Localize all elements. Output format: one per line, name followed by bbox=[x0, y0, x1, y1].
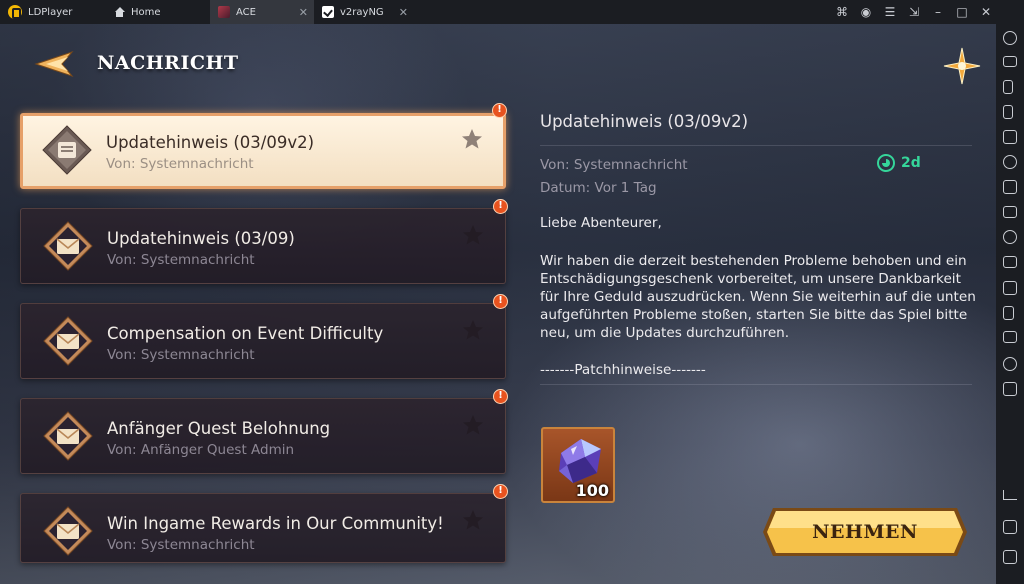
location-icon[interactable] bbox=[1003, 357, 1017, 371]
scissors-icon[interactable] bbox=[1003, 230, 1017, 244]
divider bbox=[540, 384, 972, 385]
mail-title: Anfänger Quest Belohnung bbox=[107, 419, 331, 438]
tab-v2rayng[interactable]: v2rayNG ✕ bbox=[314, 0, 414, 24]
mail-item[interactable]: Compensation on Event Difficulty Von: Sy… bbox=[20, 294, 508, 379]
volume-down-icon[interactable] bbox=[1003, 105, 1013, 119]
mail-sender: Von: Systemnachricht bbox=[106, 156, 254, 172]
emulator-toolbar bbox=[996, 24, 1024, 584]
recent-apps-icon[interactable] bbox=[1003, 550, 1017, 564]
add-icon[interactable] bbox=[1003, 180, 1017, 194]
game-viewport: NACHRICHT Updatehinweis (03/09v2) Von: S… bbox=[0, 24, 996, 584]
notice-mail-icon bbox=[42, 125, 92, 175]
detail-title: Updatehinweis (03/09v2) bbox=[540, 112, 749, 131]
favorite-star-icon[interactable] bbox=[461, 508, 485, 532]
close-window-icon[interactable]: ✕ bbox=[974, 4, 998, 20]
unread-alert-badge: ! bbox=[492, 103, 507, 118]
video-icon[interactable] bbox=[1003, 256, 1017, 268]
mail-body-line: Entschädigungsgeschenk vorbereitet, um u… bbox=[540, 271, 961, 287]
reward-quantity: 100 bbox=[575, 481, 609, 500]
expiry-indicator: 2d bbox=[877, 154, 921, 172]
mail-title: Updatehinweis (03/09) bbox=[107, 229, 295, 248]
mail-body-line: Wir haben die derzeit bestehenden Proble… bbox=[540, 253, 967, 269]
tab-ldplayer[interactable]: LDPlayer bbox=[0, 0, 106, 24]
mail-envelope-icon bbox=[43, 411, 93, 461]
mail-sender: Von: Systemnachricht bbox=[107, 252, 255, 268]
folder-icon[interactable] bbox=[1003, 331, 1017, 343]
reward-item[interactable]: 100 bbox=[541, 427, 615, 503]
settings-icon[interactable] bbox=[1003, 31, 1017, 45]
ldplayer-logo-icon bbox=[8, 5, 22, 19]
mail-sender: Von: Systemnachricht bbox=[107, 347, 255, 363]
tab-home[interactable]: Home bbox=[106, 0, 210, 24]
mail-item[interactable]: Anfänger Quest Belohnung Von: Anfänger Q… bbox=[20, 389, 508, 474]
page-title: NACHRICHT bbox=[97, 52, 239, 74]
shrink-window-icon[interactable]: ⇲ bbox=[902, 4, 926, 20]
clock-icon bbox=[877, 154, 895, 172]
back-icon[interactable] bbox=[1003, 490, 1017, 500]
tab-label: Home bbox=[131, 6, 161, 18]
favorite-star-icon[interactable] bbox=[461, 223, 485, 247]
close-tab-icon[interactable]: ✕ bbox=[299, 6, 308, 19]
volume-up-icon[interactable] bbox=[1003, 80, 1013, 94]
close-tab-icon[interactable]: ✕ bbox=[399, 6, 408, 19]
mail-envelope-icon bbox=[43, 221, 93, 271]
sparkle-icon bbox=[943, 47, 981, 85]
favorite-star-icon[interactable] bbox=[460, 127, 484, 151]
keyboard-icon[interactable] bbox=[1003, 56, 1017, 67]
sync-icon[interactable] bbox=[1003, 281, 1017, 295]
unread-alert-badge: ! bbox=[493, 389, 508, 404]
tab-label: v2rayNG bbox=[340, 6, 384, 18]
minimize-icon[interactable]: – bbox=[926, 4, 950, 20]
back-emblem-icon[interactable] bbox=[32, 49, 78, 79]
mail-title: Updatehinweis (03/09v2) bbox=[106, 133, 315, 152]
favorite-star-icon[interactable] bbox=[461, 318, 485, 342]
unread-alert-badge: ! bbox=[493, 294, 508, 309]
mail-body-line: für Ihre Geduld auszudrücken. Wenn Sie w… bbox=[540, 289, 976, 305]
apk-icon[interactable] bbox=[1003, 206, 1017, 218]
v2rayng-app-icon bbox=[322, 6, 334, 18]
record-icon[interactable] bbox=[1003, 155, 1017, 169]
account-icon[interactable]: ◉ bbox=[854, 4, 878, 20]
ace-app-icon bbox=[218, 6, 230, 18]
unread-alert-badge: ! bbox=[493, 199, 508, 214]
home-nav-icon[interactable] bbox=[1003, 520, 1017, 534]
take-reward-button[interactable]: NEHMEN bbox=[761, 506, 969, 558]
gamepad-icon[interactable]: ⌘ bbox=[830, 4, 854, 20]
mail-body-line: aufgeführten Probleme stoßen, starten Si… bbox=[540, 307, 968, 323]
mail-sender: Von: Anfänger Quest Admin bbox=[107, 442, 295, 458]
favorite-star-icon[interactable] bbox=[461, 413, 485, 437]
mail-envelope-icon bbox=[43, 316, 93, 366]
tab-label: ACE bbox=[236, 6, 256, 18]
crystal-gem-icon bbox=[559, 439, 601, 483]
maximize-icon[interactable]: □ bbox=[950, 4, 974, 20]
window-controls: ⌘ ◉ ☰ ⇲ – □ ✕ bbox=[830, 4, 998, 20]
mail-envelope-icon bbox=[43, 506, 93, 556]
phone-icon[interactable] bbox=[1003, 306, 1014, 320]
mail-item[interactable]: Updatehinweis (03/09v2) Von: Systemnachr… bbox=[20, 103, 507, 189]
detail-date: Datum: Vor 1 Tag bbox=[540, 180, 657, 196]
patch-notes-header: -------Patchhinweise------- bbox=[540, 362, 706, 378]
mail-title: Compensation on Event Difficulty bbox=[107, 324, 384, 343]
tab-label: LDPlayer bbox=[28, 6, 73, 18]
tab-ace[interactable]: ACE ✕ bbox=[210, 0, 314, 24]
mail-title: Win Ingame Rewards in Our Community! bbox=[107, 514, 444, 533]
emulator-titlebar: LDPlayer Home ACE ✕ v2rayNG ✕ ⌘ ◉ ☰ ⇲ – … bbox=[0, 0, 1024, 24]
mail-item[interactable]: Win Ingame Rewards in Our Community! Von… bbox=[20, 484, 508, 563]
detail-sender: Von: Systemnachricht bbox=[540, 157, 688, 173]
mail-sender: Von: Systemnachricht bbox=[107, 537, 255, 553]
home-icon bbox=[114, 7, 125, 17]
mail-body-line: neu, um die Updates durchzuführen. bbox=[540, 325, 790, 341]
mail-greeting: Liebe Abenteurer, bbox=[540, 215, 662, 231]
mail-item[interactable]: Updatehinweis (03/09) Von: Systemnachric… bbox=[20, 199, 508, 284]
fullscreen-icon[interactable] bbox=[1003, 130, 1017, 144]
menu-icon[interactable]: ☰ bbox=[878, 4, 902, 20]
divider bbox=[540, 145, 972, 146]
more-icon[interactable] bbox=[1003, 382, 1017, 396]
expiry-text: 2d bbox=[901, 155, 921, 171]
take-button-label: NEHMEN bbox=[812, 521, 918, 543]
unread-alert-badge: ! bbox=[493, 484, 508, 499]
